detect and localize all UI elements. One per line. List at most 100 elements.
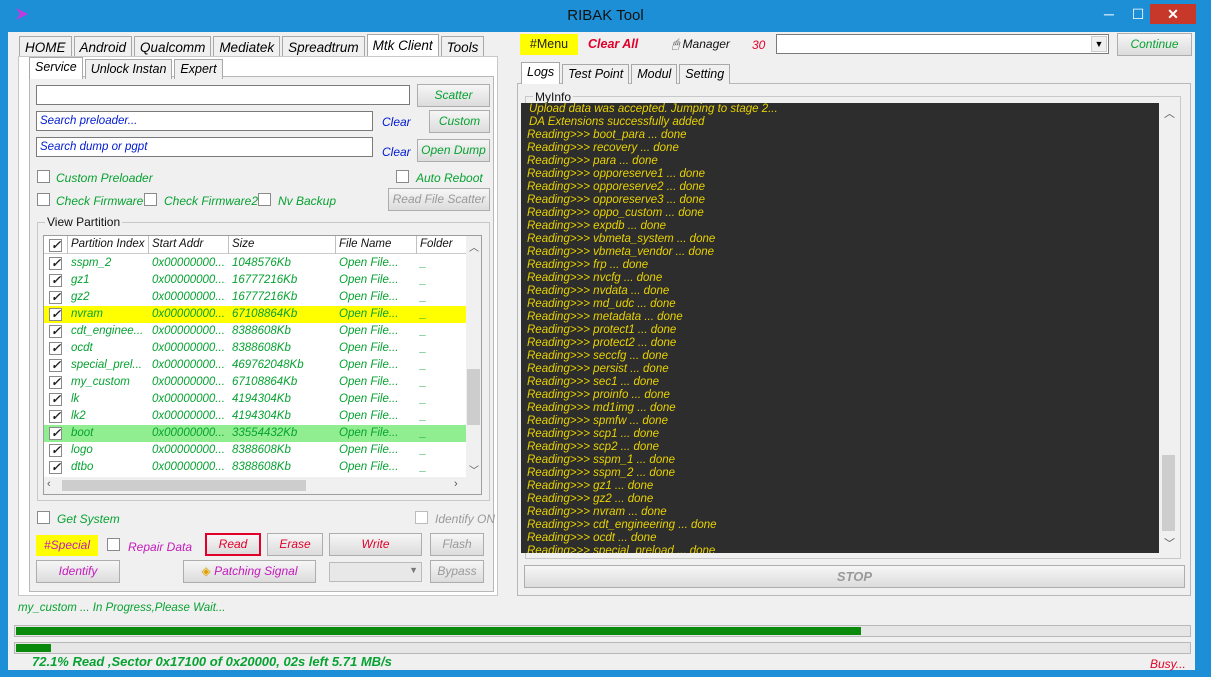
row-checkbox[interactable] [49, 255, 62, 272]
row-checkbox-cell[interactable] [44, 374, 68, 391]
check-firmware2-checkbox[interactable] [144, 193, 157, 206]
log-scroll-thumb[interactable] [1162, 455, 1175, 531]
custom-button[interactable]: Custom [429, 110, 490, 133]
select-all-checkbox[interactable] [49, 237, 62, 254]
row-checkbox-cell[interactable] [44, 255, 68, 272]
table-row[interactable]: dtbo 0x00000000... 8388608Kb Open File..._ [44, 459, 468, 476]
tab-test-point[interactable]: Test Point [562, 64, 630, 84]
open-file-link[interactable]: Open File... [336, 442, 417, 459]
grid-horizontal-scrollbar[interactable]: ‹ › [44, 477, 481, 494]
read-file-scatter-button[interactable]: Read File Scatter [388, 188, 490, 211]
tab-logs[interactable]: Logs [521, 62, 561, 84]
row-checkbox-cell[interactable] [44, 425, 68, 442]
open-file-link[interactable]: Open File... [336, 357, 417, 374]
table-row[interactable]: nvram 0x00000000... 67108864Kb Open File...… [44, 306, 468, 323]
open-file-link[interactable]: Open File... [336, 459, 417, 476]
header-folder[interactable]: Folder [417, 236, 468, 254]
identify-on-checkbox[interactable] [415, 511, 428, 524]
row-checkbox[interactable] [49, 289, 62, 306]
select-chevron-down-icon[interactable]: ▼ [1091, 36, 1107, 52]
open-file-link[interactable]: Open File... [336, 425, 417, 442]
clear-all-button[interactable]: Clear All [588, 37, 638, 51]
check-firmware-checkbox[interactable] [37, 193, 50, 206]
table-row[interactable]: gz2 0x00000000... 16777216Kb Open File..._ [44, 289, 468, 306]
scatter-path-input[interactable] [36, 85, 410, 105]
table-row[interactable]: sspm_2 0x00000000... 1048576Kb Open File...… [44, 255, 468, 272]
row-checkbox[interactable] [49, 272, 62, 289]
patch-combo-box[interactable]: ▼ [329, 562, 422, 582]
log-scroll-down-icon[interactable]: ﹀ [1164, 535, 1175, 551]
row-checkbox[interactable] [49, 425, 62, 442]
table-row[interactable]: special_prel... 0x00000000... 469762048Kb O… [44, 357, 468, 374]
open-file-link[interactable]: Open File... [336, 408, 417, 425]
row-checkbox-cell[interactable] [44, 272, 68, 289]
continue-button[interactable]: Continue [1117, 33, 1192, 56]
tab-modul[interactable]: Modul [631, 64, 678, 84]
header-file-name[interactable]: File Name [336, 236, 417, 254]
row-checkbox-cell[interactable] [44, 323, 68, 340]
row-checkbox[interactable] [49, 306, 62, 323]
table-row[interactable]: cdt_enginee... 0x00000000... 8388608Kb Open… [44, 323, 468, 340]
grid-vertical-scrollbar[interactable]: ︿ ﹀ [466, 236, 481, 479]
identify-button[interactable]: Identify [36, 560, 120, 583]
open-file-link[interactable]: Open File... [336, 391, 417, 408]
erase-button[interactable]: Erase [267, 533, 323, 556]
table-row[interactable]: lk2 0x00000000... 4194304Kb Open File..._ [44, 408, 468, 425]
flash-button[interactable]: Flash [430, 533, 484, 556]
minimize-button[interactable]: ─ [1095, 4, 1123, 24]
open-file-link[interactable]: Open File... [336, 255, 417, 272]
row-checkbox-cell[interactable] [44, 408, 68, 425]
clear-dump-link[interactable]: Clear [382, 145, 411, 159]
tab-android[interactable]: Android [73, 36, 133, 58]
write-button[interactable]: Write [329, 533, 422, 556]
table-row[interactable]: my_custom 0x00000000... 67108864Kb Open Fil… [44, 374, 468, 391]
tab-tools[interactable]: Tools [440, 36, 485, 58]
tab-home[interactable]: HOME [19, 36, 72, 58]
clear-preloader-link[interactable]: Clear [382, 115, 411, 129]
special-button[interactable]: #Special [36, 535, 98, 556]
log-scrollbar[interactable]: ︿ ﹀ [1160, 103, 1177, 553]
row-checkbox-cell[interactable] [44, 459, 68, 476]
preloader-search-input[interactable] [36, 111, 373, 131]
patching-signal-button[interactable]: ◈ Patching Signal [183, 560, 316, 583]
table-row[interactable]: logo 0x00000000... 8388608Kb Open File..._ [44, 442, 468, 459]
table-row[interactable]: gz1 0x00000000... 16777216Kb Open File..._ [44, 272, 468, 289]
row-checkbox-cell[interactable] [44, 442, 68, 459]
tab-expert[interactable]: Expert [174, 59, 223, 79]
row-checkbox[interactable] [49, 323, 62, 340]
tab-unlock-instan[interactable]: Unlock Instan [84, 59, 173, 79]
row-checkbox[interactable] [49, 374, 62, 391]
table-row[interactable]: lk 0x00000000... 4194304Kb Open File..._ [44, 391, 468, 408]
row-checkbox[interactable] [49, 442, 62, 459]
open-file-link[interactable]: Open File... [336, 323, 417, 340]
tab-spreadtrum[interactable]: Spreadtrum [282, 36, 365, 58]
dump-search-input[interactable] [36, 137, 373, 157]
row-checkbox-cell[interactable] [44, 306, 68, 323]
scroll-down-icon[interactable]: ﹀ [469, 462, 479, 477]
table-row[interactable]: ocdt 0x00000000... 8388608Kb Open File..._ [44, 340, 468, 357]
hscroll-thumb[interactable] [62, 480, 306, 491]
open-file-link[interactable]: Open File... [336, 306, 417, 323]
log-output[interactable]: Upload data was accepted. Jumping to sta… [521, 103, 1159, 553]
scroll-thumb[interactable] [467, 369, 480, 425]
scatter-button[interactable]: Scatter [417, 84, 490, 107]
scroll-left-icon[interactable]: ‹ [47, 478, 51, 490]
bypass-button[interactable]: Bypass [430, 560, 484, 583]
tab-setting[interactable]: Setting [679, 64, 731, 84]
menu-button[interactable]: #Menu [520, 34, 578, 55]
row-checkbox-cell[interactable] [44, 357, 68, 374]
open-file-link[interactable]: Open File... [336, 289, 417, 306]
scroll-right-icon[interactable]: › [454, 478, 458, 490]
stop-button[interactable]: STOP [524, 565, 1185, 588]
tab-mediatek[interactable]: Mediatek [213, 36, 281, 58]
row-checkbox[interactable] [49, 408, 62, 425]
custom-preloader-checkbox[interactable] [37, 170, 50, 183]
open-dump-button[interactable]: Open Dump [417, 139, 490, 162]
row-checkbox-cell[interactable] [44, 391, 68, 408]
maximize-button[interactable]: ☐ [1124, 4, 1152, 24]
table-row[interactable]: boot 0x00000000... 33554432Kb Open File..._ [44, 425, 468, 442]
row-checkbox-cell[interactable] [44, 289, 68, 306]
header-partition-index[interactable]: Partition Index [68, 236, 149, 254]
device-select[interactable]: ▼ [776, 34, 1109, 54]
row-checkbox-cell[interactable] [44, 340, 68, 357]
